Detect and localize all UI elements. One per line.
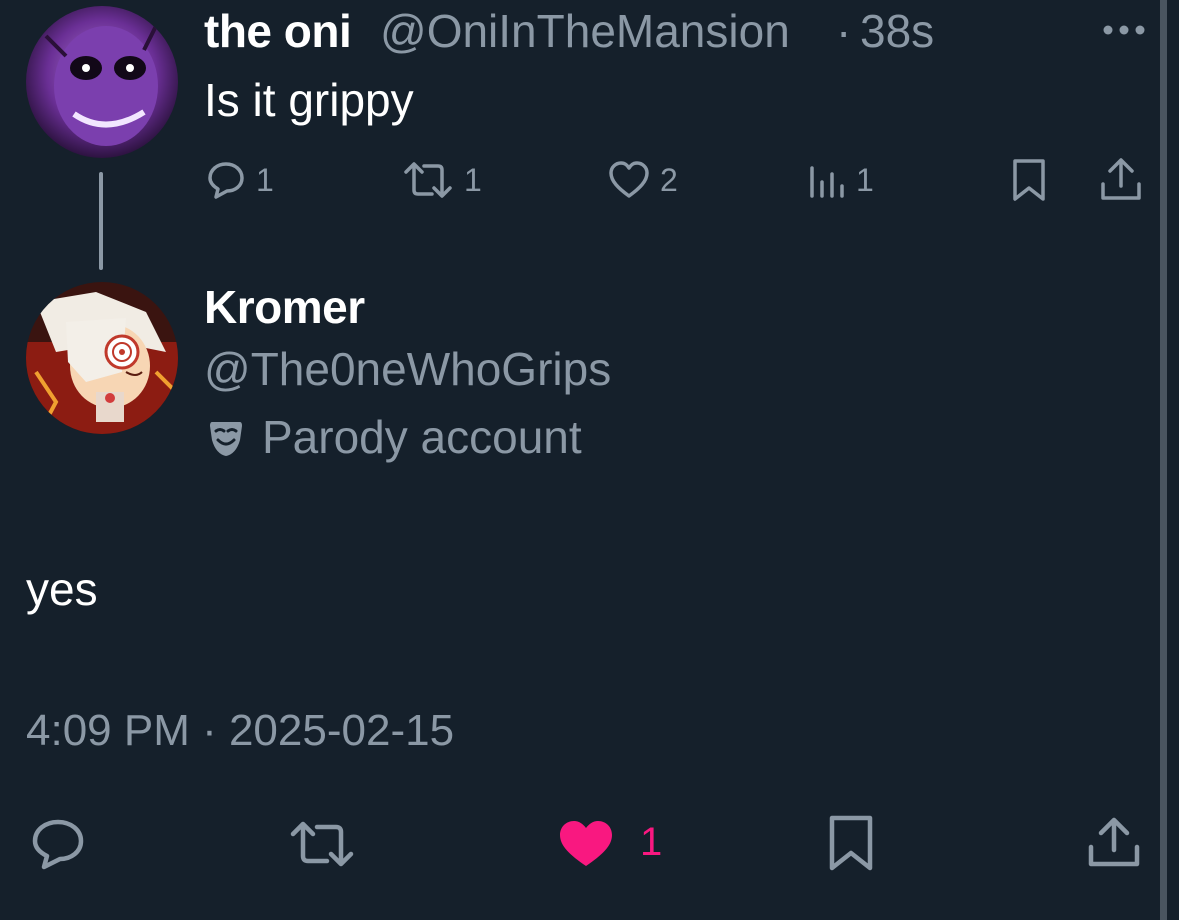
- parent-separator: ·: [836, 5, 852, 57]
- views-chart-icon: [810, 166, 844, 198]
- main-avatar[interactable]: [26, 282, 178, 434]
- main-share-button[interactable]: [1086, 814, 1142, 870]
- parent-share-button[interactable]: [1098, 154, 1144, 204]
- bookmark-icon: [829, 815, 873, 871]
- main-retweet-button[interactable]: [287, 816, 357, 872]
- main-display-name[interactable]: Kromer: [204, 280, 365, 334]
- main-reply-button[interactable]: [28, 816, 88, 872]
- parent-like-button[interactable]: 2: [606, 158, 678, 202]
- main-like-button[interactable]: [556, 816, 616, 872]
- parent-reply-button[interactable]: 1: [204, 158, 274, 202]
- parent-display-name[interactable]: the oni: [204, 4, 352, 58]
- anime-character-avatar-icon: [26, 282, 178, 434]
- parent-avatar[interactable]: [26, 6, 178, 158]
- parent-view-count: 1: [856, 161, 874, 198]
- parent-reply-count: 1: [256, 161, 274, 198]
- retweet-icon: [404, 162, 452, 198]
- parent-handle[interactable]: @OniInTheMansion: [380, 4, 790, 58]
- tweet-timestamp[interactable]: 4:09 PM · 2025-02-15: [26, 706, 454, 756]
- main-like-count: 1: [640, 820, 663, 864]
- share-icon: [1101, 158, 1141, 200]
- parent-time-ago[interactable]: 38s: [860, 4, 934, 58]
- heart-filled-icon: [560, 821, 612, 866]
- heart-icon: [609, 161, 649, 198]
- more-options-icon[interactable]: [1100, 20, 1148, 40]
- tweet-detail-page: the oni @OniInTheMansion · 38s Is it gri…: [0, 0, 1179, 920]
- parent-retweet-count: 1: [464, 161, 482, 198]
- parent-tweet-text: Is it grippy: [204, 74, 414, 126]
- reply-icon: [208, 162, 244, 199]
- parody-account-label: Parody account: [262, 411, 582, 463]
- share-icon: [1088, 817, 1140, 867]
- parent-views-button[interactable]: 1: [804, 158, 874, 202]
- scrollbar[interactable]: [1160, 0, 1167, 920]
- parent-like-count: 2: [660, 161, 678, 198]
- purple-character-avatar-icon: [26, 6, 178, 158]
- parent-retweet-button[interactable]: 1: [400, 158, 482, 202]
- retweet-icon: [290, 821, 354, 867]
- main-bookmark-button[interactable]: [826, 812, 876, 874]
- thread-connector: [99, 172, 103, 270]
- reply-icon: [32, 819, 84, 870]
- parent-bookmark-button[interactable]: [1008, 156, 1050, 204]
- main-tweet-text: yes: [26, 563, 98, 615]
- bookmark-icon: [1013, 159, 1045, 201]
- parody-mask-icon: [206, 418, 246, 458]
- main-handle[interactable]: @The0neWhoGrips: [204, 342, 611, 396]
